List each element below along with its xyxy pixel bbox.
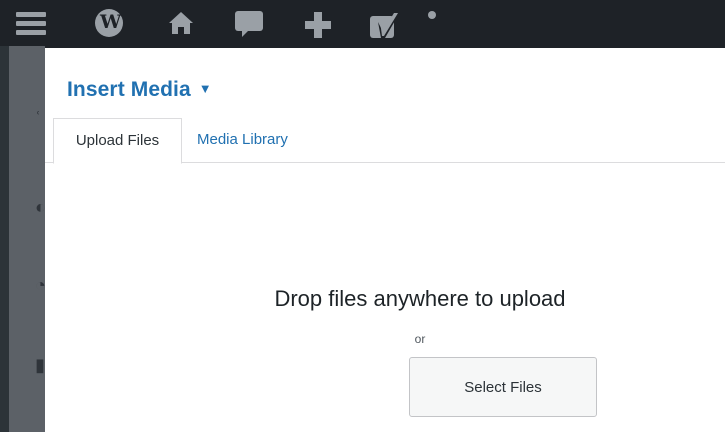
- insert-media-modal: Insert Media ▼ Upload Files Media Library…: [45, 48, 725, 432]
- tab-upload-files-label: Upload Files: [75, 132, 160, 149]
- select-files-button[interactable]: Select Files: [409, 357, 597, 417]
- modal-title[interactable]: Insert Media ▼: [67, 77, 212, 102]
- modal-title-text: Insert Media: [67, 78, 191, 101]
- yoast-icon[interactable]: [369, 10, 403, 40]
- admin-bar: [0, 0, 725, 46]
- menu-icon[interactable]: [16, 10, 46, 36]
- caret-down-icon: ▼: [198, 81, 212, 96]
- tab-media-library-label: Media Library: [197, 131, 288, 148]
- plus-icon[interactable]: [303, 10, 333, 40]
- tab-media-library[interactable]: Media Library: [197, 118, 288, 162]
- modal-backdrop: ʿ ◐ ◔ ▮: [9, 46, 46, 432]
- comment-icon[interactable]: [234, 10, 264, 38]
- or-separator: or: [414, 332, 426, 346]
- tab-upload-files[interactable]: Upload Files: [53, 118, 182, 164]
- notification-dot: [428, 11, 436, 19]
- wordpress-icon[interactable]: [95, 9, 123, 37]
- drop-instructions: Drop files anywhere to upload: [274, 286, 566, 311]
- admin-sidebar: [0, 46, 9, 432]
- home-icon[interactable]: [168, 10, 194, 36]
